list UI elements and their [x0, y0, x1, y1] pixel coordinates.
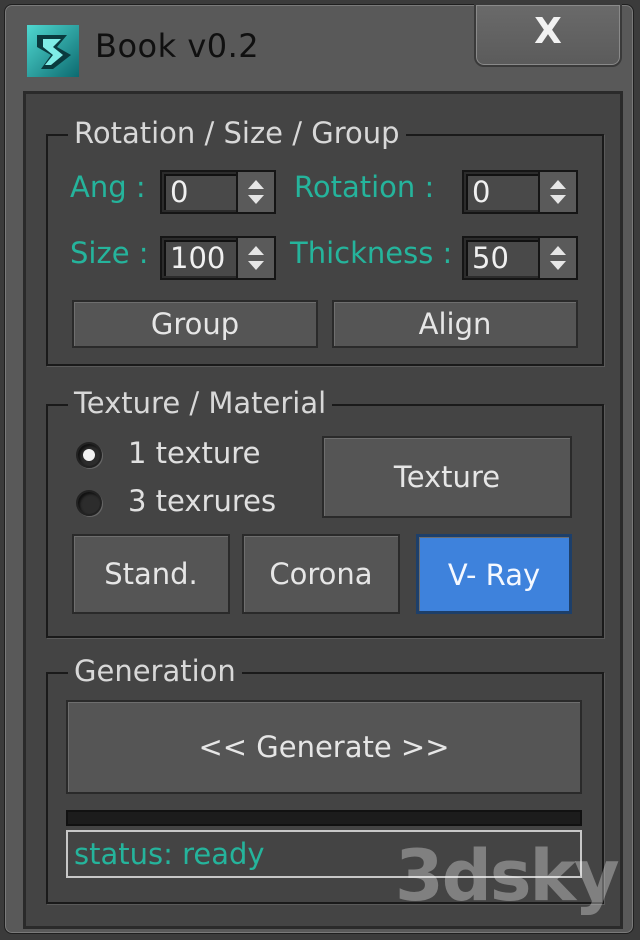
ang-spinner[interactable]: 0 [160, 170, 276, 214]
texture-material-group-box: Texture / Material 1 texture 3 texrures … [46, 386, 604, 638]
close-button[interactable]: X [474, 3, 622, 67]
size-label: Size : [70, 236, 149, 270]
3ds-max-logo-icon [27, 25, 79, 77]
size-spinner[interactable]: 100 [160, 236, 276, 280]
vray-material-button[interactable]: V- Ray [416, 534, 572, 614]
texture-button[interactable]: Texture [322, 436, 572, 518]
spinner-down-arrow-icon[interactable] [248, 261, 264, 270]
align-button[interactable]: Align [332, 300, 578, 348]
one-texture-radio[interactable] [76, 442, 102, 468]
generate-button[interactable]: << Generate >> [66, 700, 582, 794]
one-texture-label[interactable]: 1 texture [128, 436, 260, 470]
spinner-down-arrow-icon[interactable] [550, 261, 566, 270]
progress-bar [66, 810, 582, 826]
rollout-panel: Rotation / Size / Group Ang : 0 Rotation… [23, 91, 623, 929]
thickness-spinner-arrows[interactable] [538, 238, 576, 278]
generation-group-legend: Generation [68, 654, 242, 688]
ang-label: Ang : [70, 170, 146, 204]
rotation-value[interactable]: 0 [466, 174, 538, 210]
watermark-text: 3dsky [395, 835, 620, 917]
spinner-up-arrow-icon[interactable] [550, 180, 566, 189]
rotation-spinner-arrows[interactable] [538, 172, 576, 212]
rotation-size-group-legend: Rotation / Size / Group [68, 116, 406, 150]
thickness-value[interactable]: 50 [466, 240, 538, 276]
rotation-size-group-box: Rotation / Size / Group Ang : 0 Rotation… [46, 116, 604, 366]
spinner-up-arrow-icon[interactable] [248, 246, 264, 255]
ang-spinner-arrows[interactable] [236, 172, 274, 212]
thickness-label: Thickness : [290, 236, 453, 270]
spinner-down-arrow-icon[interactable] [550, 195, 566, 204]
rotation-label: Rotation : [294, 170, 435, 204]
spinner-up-arrow-icon[interactable] [248, 180, 264, 189]
three-textures-radio[interactable] [76, 490, 102, 516]
three-textures-label[interactable]: 3 texrures [128, 484, 276, 518]
size-value[interactable]: 100 [164, 240, 236, 276]
rotation-spinner[interactable]: 0 [462, 170, 578, 214]
ang-value[interactable]: 0 [164, 174, 236, 210]
texture-material-group-legend: Texture / Material [68, 386, 333, 420]
book-script-window: Book v0.2 X Rotation / Size / Group Ang … [4, 3, 634, 934]
spinner-up-arrow-icon[interactable] [550, 246, 566, 255]
standard-material-button[interactable]: Stand. [72, 534, 230, 614]
title-bar[interactable]: Book v0.2 X [5, 3, 633, 89]
close-icon: X [534, 11, 562, 52]
thickness-spinner[interactable]: 50 [462, 236, 578, 280]
window-title: Book v0.2 [95, 27, 260, 65]
corona-material-button[interactable]: Corona [242, 534, 400, 614]
group-button[interactable]: Group [72, 300, 318, 348]
size-spinner-arrows[interactable] [236, 238, 274, 278]
spinner-down-arrow-icon[interactable] [248, 195, 264, 204]
